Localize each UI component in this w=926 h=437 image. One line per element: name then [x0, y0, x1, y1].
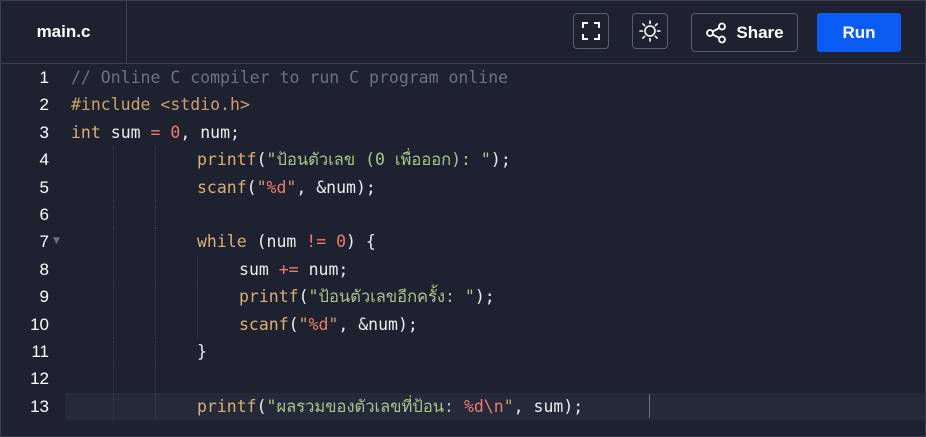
- line-number: 6: [39, 205, 49, 224]
- line-number: 5: [39, 177, 49, 197]
- indent-guide: [197, 255, 198, 283]
- indent-guide: [113, 338, 114, 365]
- fold-arrow-icon[interactable]: ▼: [53, 228, 60, 255]
- compiler-window: main.c Share Run 1 // Online C compiler …: [0, 0, 926, 437]
- code-line[interactable]: 10 scanf("%d", &num);: [1, 310, 925, 338]
- line-number: 11: [31, 342, 49, 361]
- indent-guide: [155, 201, 156, 228]
- indent-guide: [113, 283, 114, 311]
- indent-guide: [155, 338, 156, 365]
- indent-guide: [155, 310, 156, 338]
- line-code: printf("ผลรวมของตัวเลขที่ป้อน: %d\n", su…: [197, 396, 584, 416]
- indent-guide: [155, 146, 156, 174]
- indent-guide: [155, 255, 156, 283]
- code-line[interactable]: 6: [1, 201, 925, 228]
- code-editor[interactable]: 1 // Online C compiler to run C program o…: [1, 64, 925, 436]
- indent-guide: [155, 173, 156, 201]
- indent-guide: [113, 146, 114, 174]
- indent-guide: [113, 201, 114, 228]
- code-line[interactable]: 3 int sum = 0, num;: [1, 119, 925, 146]
- line-number: 3: [39, 122, 49, 142]
- code-line[interactable]: 12: [1, 365, 925, 393]
- code-line[interactable]: 2 #include <stdio.h>: [1, 91, 925, 118]
- code-line[interactable]: 8 sum += num;: [1, 255, 925, 283]
- line-code: printf("ป้อนตัวเลขอีกครั้ง: ");: [239, 287, 495, 307]
- indent-guide: [155, 283, 156, 311]
- line-code: int sum = 0, num;: [71, 122, 240, 142]
- indent-guide: [113, 228, 114, 256]
- line-code: printf("ป้อนตัวเลข (0 เพื่อออก): ");: [197, 150, 511, 170]
- indent-guide: [155, 392, 156, 420]
- line-code: scanf("%d", &num);: [197, 177, 376, 197]
- fullscreen-icon: [582, 22, 600, 40]
- toolbar: main.c Share Run: [1, 1, 925, 64]
- indent-guide: [155, 228, 156, 256]
- line-code: #include <stdio.h>: [71, 95, 250, 115]
- run-label: Run: [842, 22, 876, 42]
- line-number: 8: [39, 259, 49, 279]
- code-line[interactable]: 13 printf("ผลรวมของตัวเลขที่ป้อน: %d\n", …: [1, 392, 925, 420]
- share-label: Share: [736, 22, 784, 42]
- indent-guide: [197, 283, 198, 311]
- code-line[interactable]: 1 // Online C compiler to run C program o…: [1, 64, 925, 91]
- line-number: 12: [30, 369, 49, 389]
- share-button[interactable]: Share: [691, 13, 798, 52]
- code-line[interactable]: 5 scanf("%d", &num);: [1, 173, 925, 201]
- indent-guide: [113, 365, 114, 393]
- line-number: 7: [39, 232, 49, 252]
- line-number: 10: [30, 314, 49, 334]
- line-number: 4: [39, 150, 49, 170]
- run-button[interactable]: Run: [817, 13, 901, 52]
- line-code: // Online C compiler to run C program on…: [71, 68, 509, 87]
- line-number: 9: [39, 287, 49, 307]
- indent-guide: [113, 392, 114, 420]
- indent-guide: [155, 365, 156, 393]
- tab-label: main.c: [36, 22, 91, 41]
- indent-guide: [113, 310, 114, 338]
- indent-guide: [113, 255, 114, 283]
- line-code: while (num != 0) {: [197, 232, 376, 252]
- theme-toggle-button[interactable]: [632, 13, 668, 49]
- text-cursor: [649, 394, 650, 418]
- code-line[interactable]: 11}: [1, 338, 925, 365]
- indent-guide: [113, 173, 114, 201]
- sun-icon: [639, 20, 661, 42]
- line-number: 13: [30, 396, 49, 416]
- code-line[interactable]: 9 printf("ป้อนตัวเลขอีกครั้ง: ");: [1, 283, 925, 311]
- tab-main-c[interactable]: main.c: [1, 1, 127, 63]
- fullscreen-button[interactable]: [573, 13, 609, 49]
- code-line[interactable]: 7 ▼ while (num != 0) {: [1, 228, 925, 256]
- code-line[interactable]: 4 printf("ป้อนตัวเลข (0 เพื่อออก): ");: [1, 146, 925, 174]
- line-number: 2: [39, 95, 49, 115]
- share-icon: [706, 22, 727, 43]
- indent-guide: [197, 310, 198, 338]
- line-code: sum += num;: [239, 259, 349, 279]
- line-code: scanf("%d", &num);: [239, 314, 418, 334]
- line-code: }: [197, 342, 207, 361]
- line-number: 1: [39, 68, 49, 87]
